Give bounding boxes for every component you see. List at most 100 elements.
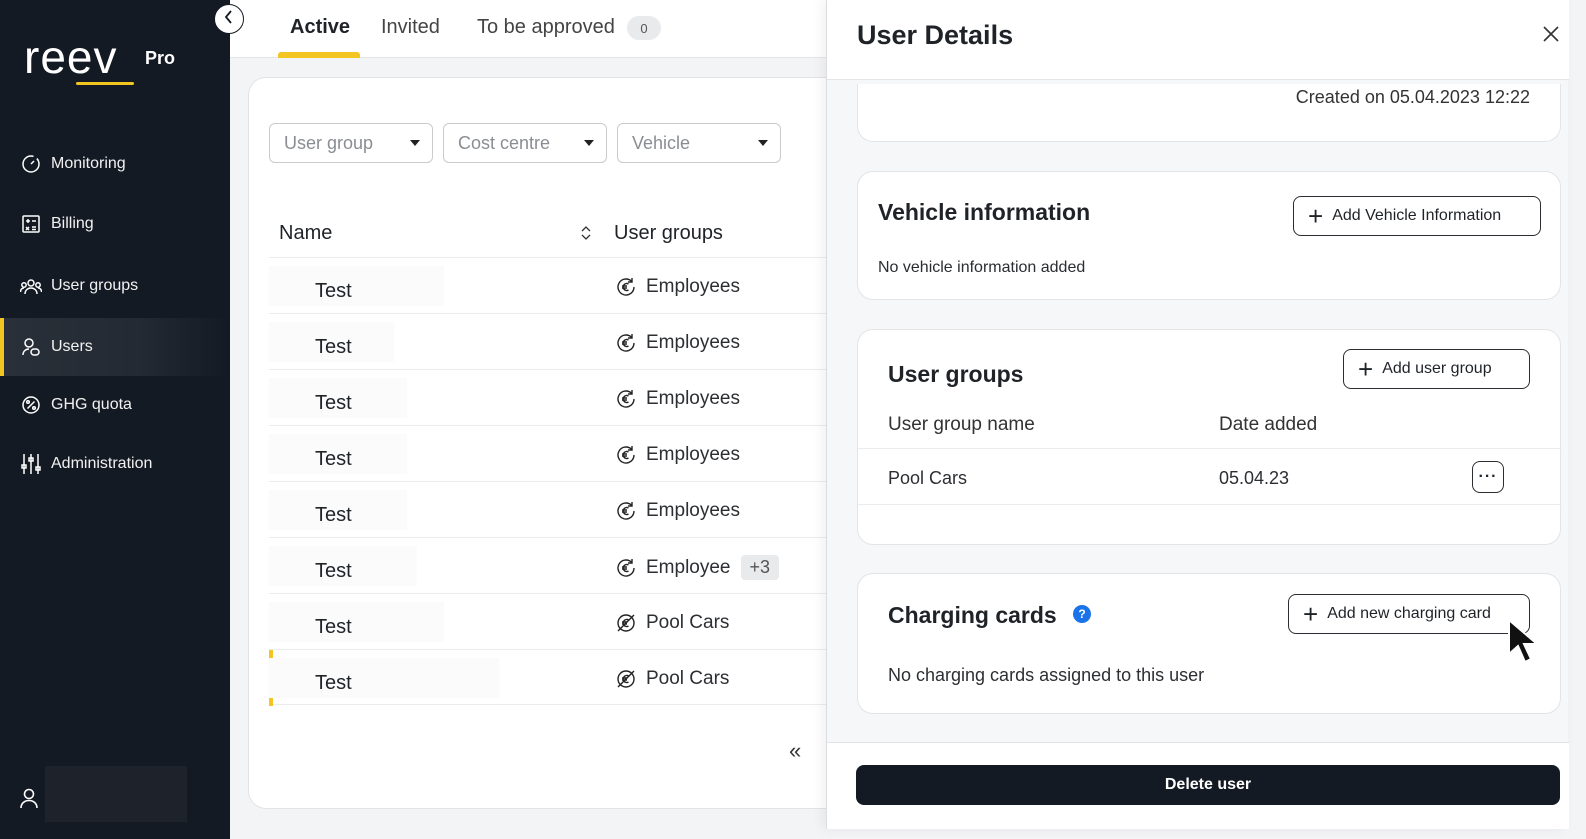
euro-cycle-icon <box>614 556 638 580</box>
user-group-cell: Employees <box>614 275 740 299</box>
table-row[interactable]: Test Employees <box>269 369 849 425</box>
caret-down-icon <box>584 140 594 146</box>
button-label: Add new charging card <box>1327 605 1491 622</box>
user-name: Test <box>315 672 352 694</box>
sidebar-item-label: Monitoring <box>51 155 126 172</box>
sidebar-item-billing[interactable]: Billing <box>0 195 230 253</box>
panel-title: User Details <box>857 20 1014 50</box>
panel-header: User Details <box>827 0 1569 80</box>
table-row: Pool Cars 05.04.23 ··· <box>858 448 1562 505</box>
sidebar-item-monitoring[interactable]: Monitoring <box>0 135 230 193</box>
add-vehicle-information-button[interactable]: + Add Vehicle Information <box>1293 196 1541 236</box>
user-group-name: Employees <box>646 276 740 297</box>
sidebar-item-label: GHG quota <box>51 396 132 413</box>
cost-centre-filter[interactable]: Cost centre <box>443 123 607 163</box>
user-name: Test <box>315 448 352 470</box>
column-header-user-groups: User groups <box>614 222 723 244</box>
sort-icon[interactable] <box>580 225 592 246</box>
logo-edition: Pro <box>145 48 176 68</box>
vehicle-information-title: Vehicle information <box>878 199 1091 225</box>
row-actions-button[interactable]: ··· <box>1472 461 1504 493</box>
user-group-filter[interactable]: User group <box>269 123 433 163</box>
column-header-date-added: Date added <box>1219 414 1318 435</box>
brand-logo: reev Pro <box>24 34 175 85</box>
user-name: Test <box>315 560 352 582</box>
table-row[interactable]: Test Pool Cars <box>269 593 849 649</box>
mouse-pointer-icon <box>1507 617 1543 669</box>
sidebar-item-users[interactable]: Users <box>0 318 230 376</box>
add-new-charging-card-button[interactable]: + Add new charging card <box>1288 594 1530 634</box>
vehicle-filter[interactable]: Vehicle <box>617 123 781 163</box>
sidebar-item-label: Administration <box>51 455 153 472</box>
user-name: Test <box>315 336 352 358</box>
user-group-cell: Pool Cars <box>614 667 729 691</box>
user-group-name: Pool Cars <box>646 612 730 633</box>
created-on-text: Created on 05.04.2023 12:22 <box>1295 87 1530 107</box>
users-list-card: User group Cost centre Vehicle Name User… <box>248 77 868 809</box>
profile-name-redacted <box>45 766 187 822</box>
percent-icon <box>20 394 42 416</box>
user-details-panel: User Details Created on 05.04.2023 12:22… <box>826 0 1569 829</box>
plus-icon: + <box>1303 599 1319 629</box>
user-name: Test <box>315 280 352 302</box>
active-tab-indicator <box>278 52 360 58</box>
sidebar-item-administration[interactable]: Administration <box>0 435 230 493</box>
charging-cards-empty-text: No charging cards assigned to this user <box>888 665 1205 685</box>
column-header-name[interactable]: Name <box>279 222 332 245</box>
user-groups-title: User groups <box>888 361 1024 387</box>
help-icon[interactable]: ? <box>1073 605 1091 623</box>
sidebar-item-label: User groups <box>51 277 139 294</box>
gauge-icon <box>20 153 42 175</box>
caret-down-icon <box>410 140 420 146</box>
tab-invited[interactable]: Invited <box>381 16 440 39</box>
user-icon <box>18 788 40 813</box>
filter-placeholder: Cost centre <box>458 132 551 153</box>
count-badge: 0 <box>627 16 661 40</box>
group-icon <box>20 275 42 297</box>
users-tabs: Active Invited To be approved 0 <box>230 0 830 58</box>
sliders-icon <box>20 453 42 475</box>
name-redaction <box>269 602 444 642</box>
panel-footer: Delete user <box>827 742 1569 829</box>
close-panel-button[interactable] <box>1541 24 1561 49</box>
plus-icon: + <box>1308 201 1324 231</box>
tab-active[interactable]: Active <box>290 16 350 39</box>
user-group-name: Employees <box>646 500 740 521</box>
euro-cycle-icon <box>614 331 638 355</box>
user-group-cell: Employees <box>614 331 740 355</box>
close-icon <box>1541 26 1561 48</box>
table-row-selected[interactable]: Test Pool Cars <box>269 649 849 706</box>
user-group-name: Employees <box>646 444 740 465</box>
table-row[interactable]: Test Employees <box>269 257 849 313</box>
first-page-button[interactable]: « <box>789 738 801 764</box>
profile-button[interactable] <box>18 787 40 814</box>
user-name: Test <box>315 392 352 414</box>
tab-to-be-approved[interactable]: To be approved <box>477 16 615 39</box>
button-label: Add Vehicle Information <box>1332 207 1502 224</box>
more-groups-badge[interactable]: +3 <box>740 555 780 580</box>
date-added: 05.04.23 <box>1219 468 1290 488</box>
sidebar-item-ghg-quota[interactable]: GHG quota <box>0 376 230 434</box>
table-row[interactable]: Test Employees <box>269 425 849 481</box>
table-row[interactable]: Test Employees <box>269 481 849 537</box>
user-group-cell: Employees <box>614 443 740 467</box>
user-groups-card: User groups + Add user group User group … <box>857 329 1562 545</box>
collapse-sidebar-button[interactable] <box>214 4 244 34</box>
user-group-name: Employees <box>646 388 740 409</box>
sidebar: reev Pro Monitoring Billing User groups <box>0 0 230 839</box>
delete-user-button[interactable]: Delete user <box>856 765 1560 805</box>
sidebar-item-user-groups[interactable]: User groups <box>0 257 230 315</box>
euro-off-icon <box>614 667 638 691</box>
add-user-group-button[interactable]: + Add user group <box>1343 349 1530 389</box>
more-horizontal-icon: ··· <box>1478 468 1498 485</box>
sidebar-item-label: Users <box>51 338 93 355</box>
euro-cycle-icon <box>614 387 638 411</box>
user-group-name: Employee <box>646 556 731 578</box>
table-row[interactable]: Test Employees <box>269 313 849 369</box>
user-group-cell: Employee +3 <box>614 555 780 580</box>
table-row[interactable]: Test Employee +3 <box>269 537 849 593</box>
plus-icon: + <box>1358 354 1374 384</box>
euro-cycle-icon <box>614 499 638 523</box>
name-redaction <box>269 658 499 698</box>
sidebar-item-label: Billing <box>51 215 94 232</box>
